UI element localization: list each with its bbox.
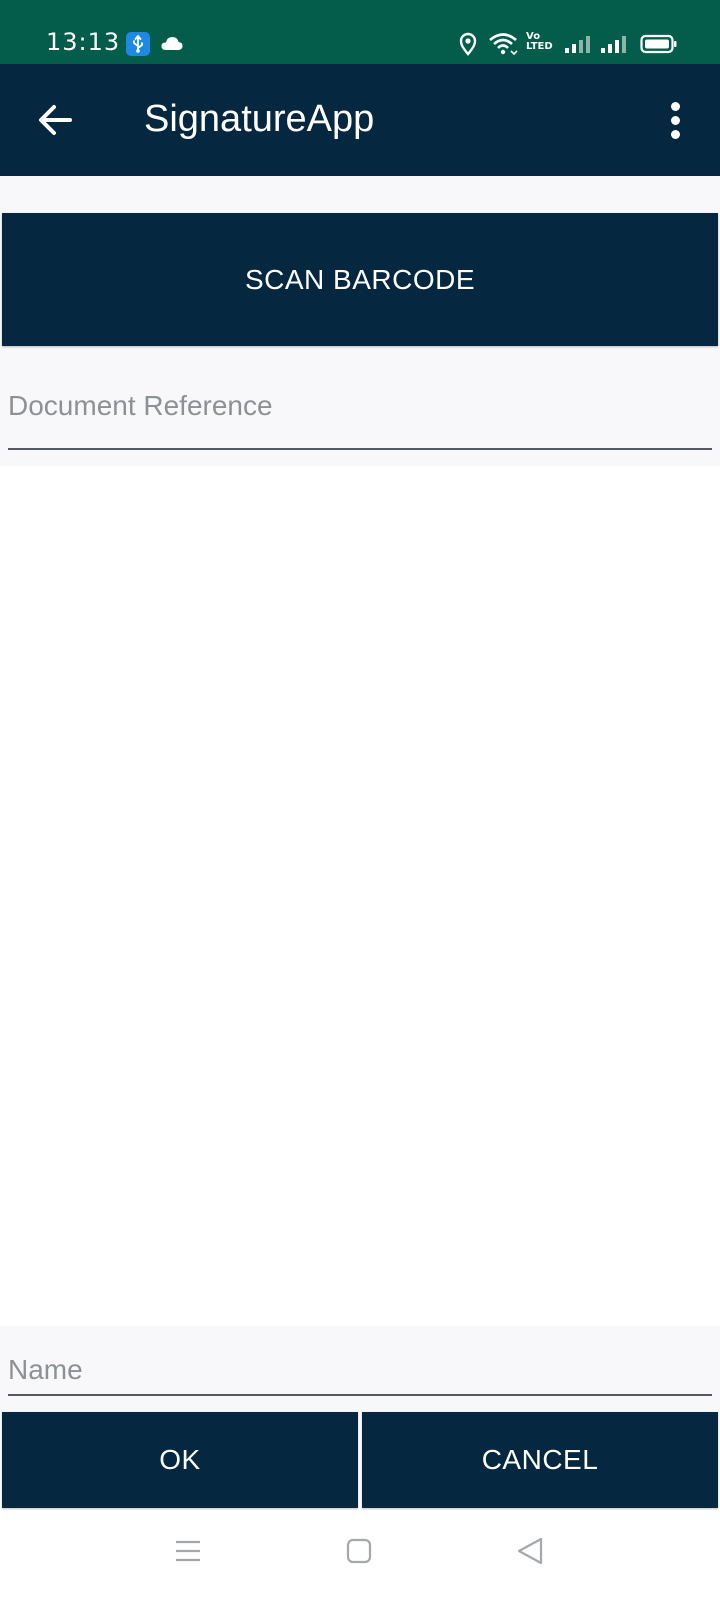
system-nav-bar xyxy=(0,1510,720,1600)
signature-pad[interactable] xyxy=(0,466,720,1326)
status-time: 13:13 xyxy=(46,28,121,56)
page-title: SignatureApp xyxy=(144,98,375,140)
ok-button[interactable]: OK xyxy=(2,1412,358,1508)
wifi-icon xyxy=(488,32,518,61)
home-icon[interactable] xyxy=(346,1538,372,1569)
status-bar: 13:13 Vo LTED xyxy=(0,0,720,64)
menu-icon[interactable] xyxy=(174,1537,202,1570)
document-reference-field[interactable]: Document Reference xyxy=(8,380,712,450)
more-vertical-icon xyxy=(671,102,680,111)
battery-icon xyxy=(640,34,678,59)
name-placeholder: Name xyxy=(8,1354,83,1385)
arrow-left-icon xyxy=(39,105,72,135)
more-options-button[interactable] xyxy=(666,94,686,146)
location-icon xyxy=(458,32,478,61)
signal-icon xyxy=(564,34,594,59)
volte-indicator: Vo LTED xyxy=(526,32,553,52)
usb-icon xyxy=(126,32,150,56)
back-icon[interactable] xyxy=(516,1536,544,1571)
document-reference-placeholder: Document Reference xyxy=(8,390,273,421)
back-button[interactable] xyxy=(30,94,82,146)
volte-line-2: LTED xyxy=(526,41,553,52)
app-bar: SignatureApp xyxy=(0,64,720,176)
status-icons: Vo LTED xyxy=(420,0,720,64)
scan-barcode-button[interactable]: SCAN BARCODE xyxy=(2,213,718,346)
name-field[interactable]: Name xyxy=(8,1350,712,1396)
cloud-icon xyxy=(160,34,184,57)
cancel-button[interactable]: CANCEL xyxy=(362,1412,718,1508)
signal-icon xyxy=(600,34,630,59)
